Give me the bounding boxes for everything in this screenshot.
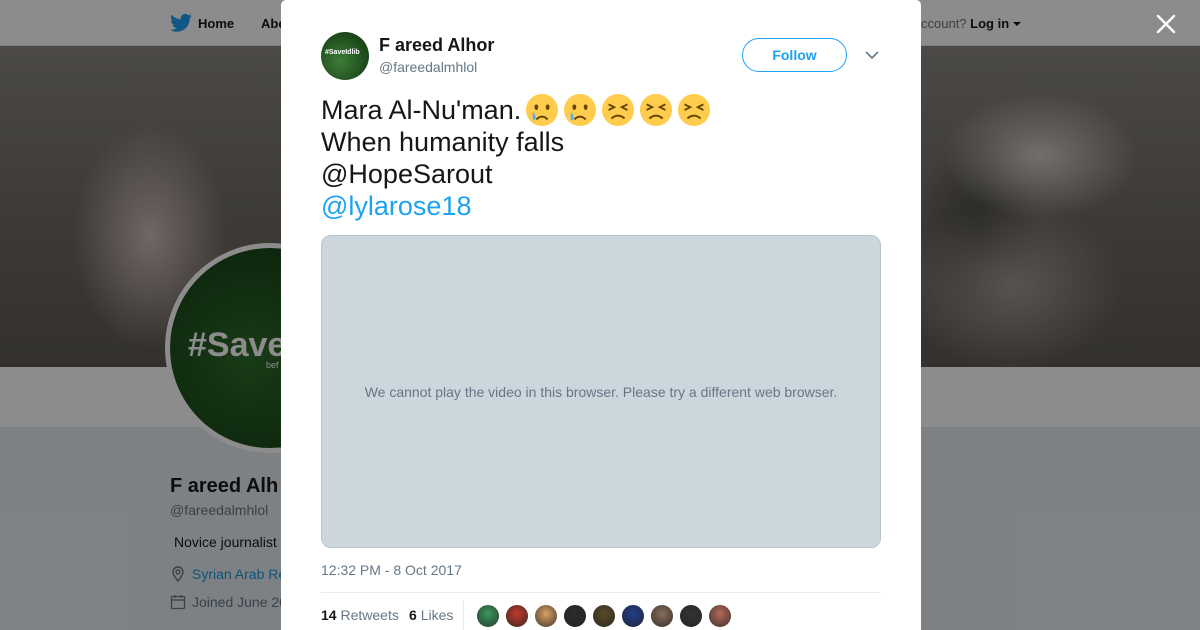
likes-count: 6 — [409, 607, 417, 623]
retweets-label: Retweets — [340, 607, 399, 623]
persevering-face-icon — [678, 93, 711, 127]
author-name[interactable]: F areed Alhor — [379, 35, 494, 56]
liker-avatar[interactable] — [476, 604, 500, 628]
crying-face-icon — [526, 93, 559, 127]
author-handle[interactable]: @fareedalmhlol — [379, 59, 477, 75]
tweet-line-3: @HopeSarout — [321, 159, 493, 189]
liker-avatar[interactable] — [708, 604, 732, 628]
liker-avatar[interactable] — [563, 604, 587, 628]
tweet-timestamp[interactable]: 12:32 PM - 8 Oct 2017 — [321, 562, 462, 578]
tweet-line-1: Mara Al-Nu'man. — [321, 93, 881, 127]
tweet-line-1-text: Mara Al-Nu'man. — [321, 95, 522, 125]
crying-face-icon — [564, 93, 597, 127]
likes-stat[interactable]: 6 Likes — [409, 607, 453, 623]
tweet-text: Mara Al-Nu'man. When humanity falls @Hop… — [321, 93, 881, 222]
likes-label: Likes — [420, 607, 454, 623]
close-icon — [1156, 14, 1176, 34]
liker-avatars — [476, 604, 732, 628]
chevron-down-icon — [865, 51, 879, 60]
follow-button[interactable]: Follow — [742, 38, 847, 72]
retweets-stat[interactable]: 14 Retweets — [321, 607, 399, 623]
persevering-face-icon — [602, 93, 635, 127]
liker-avatar[interactable] — [650, 604, 674, 628]
tweet-line-4: @lylarose18 — [321, 190, 881, 222]
divider — [463, 600, 464, 630]
divider — [321, 592, 881, 593]
liker-avatar[interactable] — [679, 604, 703, 628]
liker-avatar[interactable] — [592, 604, 616, 628]
close-modal-button[interactable] — [1152, 10, 1180, 38]
author-avatar-text: #SaveIdlib — [325, 49, 360, 56]
video-player[interactable]: We cannot play the video in this browser… — [321, 235, 881, 548]
tweet-options-button[interactable] — [863, 46, 881, 64]
author-avatar[interactable]: #SaveIdlib — [321, 32, 369, 80]
retweets-count: 14 — [321, 607, 337, 623]
tweet-modal: #SaveIdlib F areed Alhor @fareedalmhlol … — [281, 0, 921, 630]
tweet-line-2: When humanity falls — [321, 127, 565, 157]
liker-avatar[interactable] — [505, 604, 529, 628]
mention-link[interactable]: @lylarose18 — [321, 190, 471, 222]
liker-avatar[interactable] — [621, 604, 645, 628]
video-unsupported-message: We cannot play the video in this browser… — [364, 384, 838, 400]
liker-avatar[interactable] — [534, 604, 558, 628]
persevering-face-icon — [640, 93, 673, 127]
